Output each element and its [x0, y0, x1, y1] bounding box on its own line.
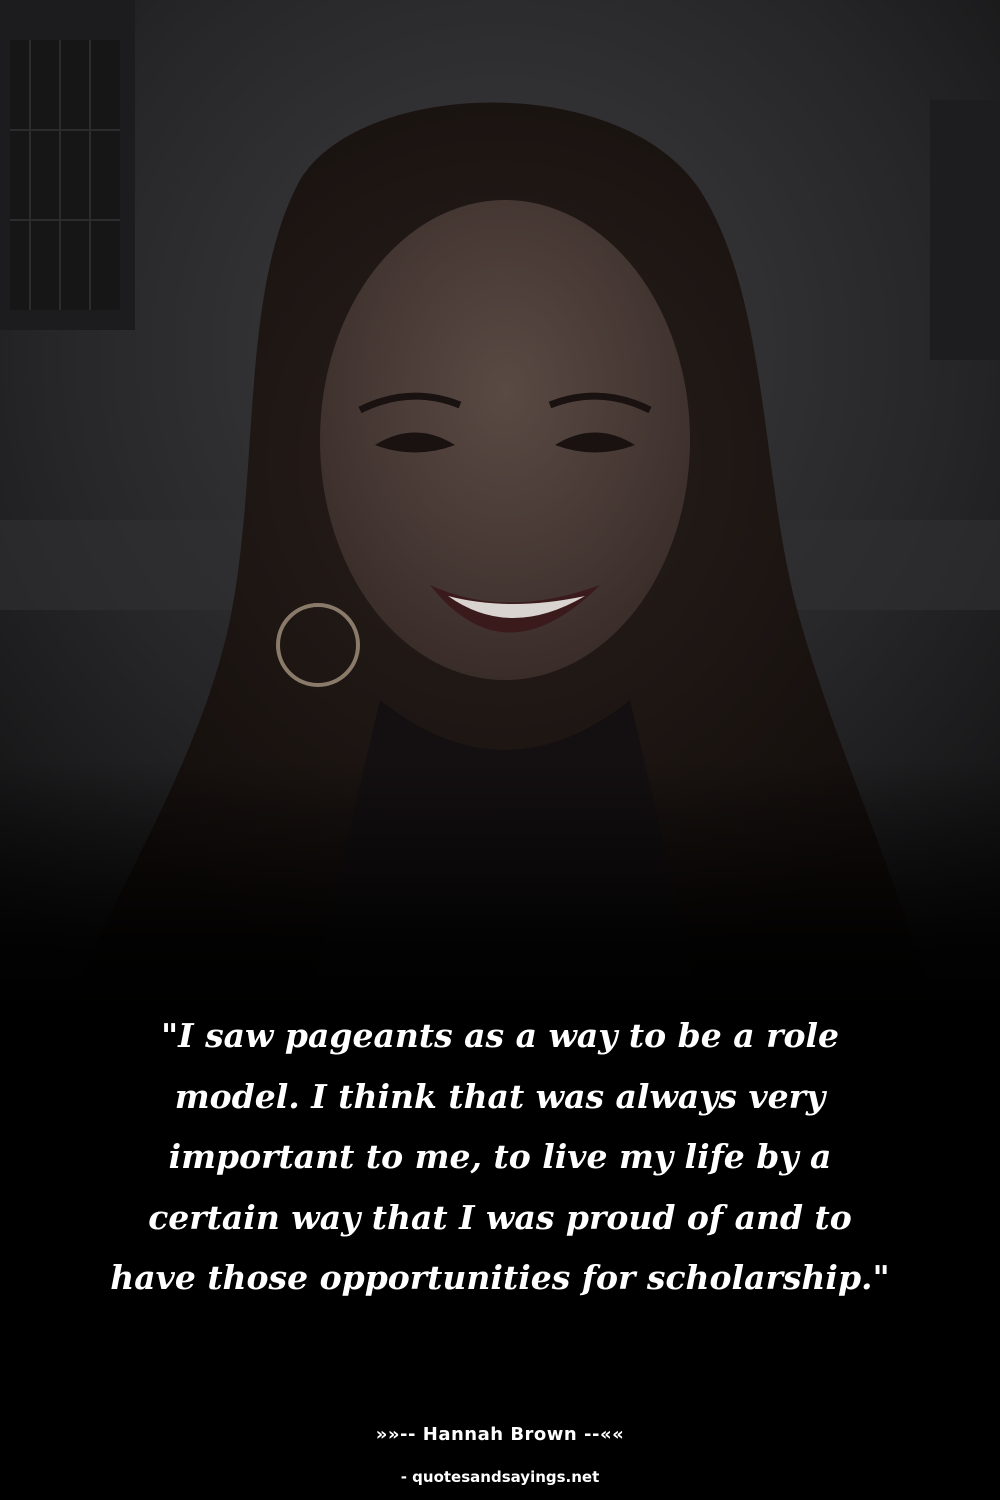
quote-block: "I saw pageants as a way to be a role mo…	[90, 1006, 910, 1309]
quote-author: »»-- Hannah Brown --««	[375, 1424, 625, 1445]
quote-card: "I saw pageants as a way to be a role mo…	[0, 0, 1000, 1500]
quote-text: "I saw pageants as a way to be a role mo…	[110, 1016, 890, 1297]
photo-fade-overlay	[0, 760, 1000, 1020]
source-watermark: - quotesandsayings.net	[400, 1468, 600, 1486]
